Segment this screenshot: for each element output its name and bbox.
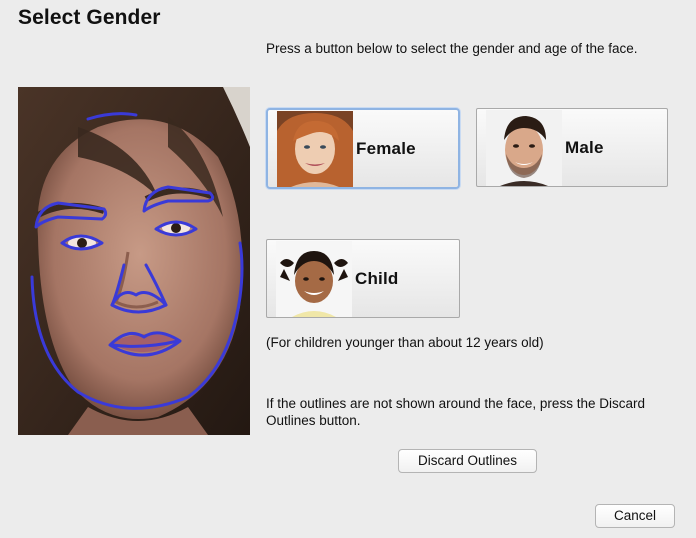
male-label: Male bbox=[565, 137, 604, 157]
outline-help-text: If the outlines are not shown around the… bbox=[266, 396, 645, 428]
discard-outlines-button[interactable]: Discard Outlines bbox=[398, 449, 537, 473]
child-age-note: (For children younger than about 12 year… bbox=[266, 335, 544, 350]
female-button[interactable]: Female bbox=[266, 108, 460, 189]
male-button[interactable]: Male bbox=[476, 108, 668, 187]
female-face-thumbnail bbox=[277, 111, 353, 187]
dialog-title: Select Gender bbox=[18, 6, 161, 29]
face-photo-with-outlines bbox=[18, 87, 250, 435]
cancel-button[interactable]: Cancel bbox=[595, 504, 675, 528]
female-label: Female bbox=[356, 138, 416, 158]
child-button[interactable]: Child bbox=[266, 239, 460, 318]
male-face-thumbnail bbox=[486, 110, 562, 186]
child-face-thumbnail bbox=[276, 241, 352, 317]
instruction-text: Press a button below to select the gende… bbox=[266, 41, 638, 56]
child-label: Child bbox=[355, 268, 399, 288]
